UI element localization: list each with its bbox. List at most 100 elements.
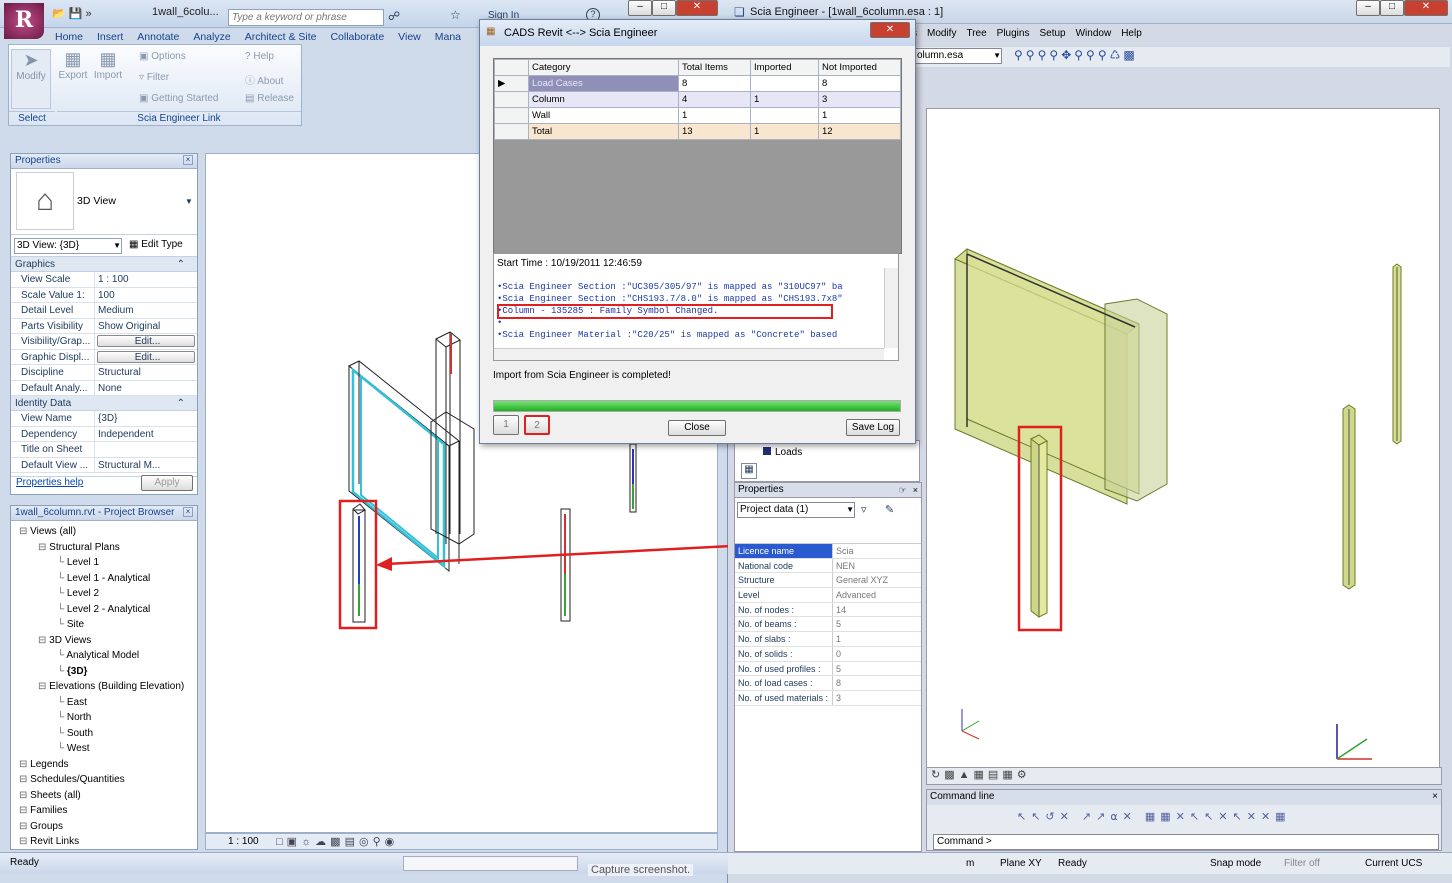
row-selector-cell[interactable]: ▶	[494, 75, 529, 92]
minimize-button[interactable]: –	[1356, 0, 1380, 16]
scia-property-row[interactable]: Licence name Scia	[735, 544, 921, 559]
save-log-button[interactable]: Save Log	[846, 419, 900, 436]
tree-tool-icon[interactable]: ▦	[741, 463, 757, 479]
table-icon[interactable]: ▦	[1002, 769, 1016, 781]
summary-cell[interactable]: Wall	[528, 107, 679, 124]
status-filter[interactable]: Filter off	[1284, 858, 1320, 869]
summary-row[interactable]: Column 4 1 3	[494, 91, 901, 108]
scia-property-row[interactable]: No. of beams :5	[735, 617, 921, 633]
zoom-window-icon[interactable]: ⚲	[1074, 48, 1086, 62]
zoom-in-icon[interactable]: ⚲	[1026, 48, 1038, 62]
scia-property-row[interactable]: No. of solids :0	[735, 646, 921, 662]
pan-icon[interactable]: ✥	[1061, 48, 1074, 62]
grid-icon[interactable]: ▦	[974, 769, 988, 781]
display-icon[interactable]: ▩	[944, 769, 958, 781]
filter-icon[interactable]: ▿	[861, 503, 867, 516]
col-imported[interactable]: Imported	[750, 59, 819, 76]
summary-row[interactable]: Wall 1 1	[494, 107, 901, 124]
render-icon[interactable]: ▩	[1123, 48, 1137, 62]
summary-cell[interactable]: 4	[678, 91, 751, 108]
scia-property-row[interactable]: No. of used materials :3	[735, 690, 921, 706]
scia-property-value[interactable]: 1	[833, 632, 921, 646]
scia-property-value[interactable]: Scia	[833, 544, 921, 558]
col-not-imported[interactable]: Not Imported	[818, 59, 901, 76]
file-combo[interactable]: olumn.esa ▼	[914, 48, 1002, 64]
menu-setup[interactable]: Setup	[1039, 28, 1065, 39]
summary-cell[interactable]: 3	[818, 91, 901, 108]
zoom-all-icon[interactable]: ⚲	[1049, 48, 1061, 62]
edit-icon[interactable]: ✎	[885, 503, 894, 516]
status-snap[interactable]: Snap mode	[1210, 858, 1261, 869]
row-selector-cell[interactable]	[494, 123, 529, 140]
summary-cell[interactable]: 13	[678, 123, 751, 140]
menu-help[interactable]: Help	[1121, 28, 1142, 39]
close-icon[interactable]: ×	[913, 483, 918, 497]
summary-cell[interactable]: 1	[750, 91, 819, 108]
summary-cell[interactable]: Load Cases	[528, 75, 679, 92]
zoom-prev-icon[interactable]: ⚲	[1086, 48, 1098, 62]
regen-icon[interactable]: ♺	[1110, 48, 1124, 62]
scia-property-value[interactable]: NEN	[833, 559, 921, 573]
row-selector-cell[interactable]	[494, 107, 529, 124]
axis-icon	[1336, 724, 1372, 760]
col-category[interactable]: Category	[528, 59, 679, 76]
vertical-scrollbar[interactable]	[884, 268, 898, 348]
scia-property-row[interactable]: Level Advanced	[735, 588, 921, 603]
horizontal-scrollbar[interactable]	[494, 348, 884, 360]
summary-cell[interactable]: 1	[750, 123, 819, 140]
menu-modify[interactable]: Modify	[927, 28, 956, 39]
scia-property-row[interactable]: Structure General XYZ	[735, 573, 921, 589]
refresh-icon[interactable]: ↻	[931, 769, 944, 781]
scia-property-value[interactable]: 0	[833, 647, 921, 661]
scia-tree-panel: Loads ▦	[734, 440, 920, 482]
label-icon[interactable]: ▤	[988, 769, 1002, 781]
summary-cell[interactable]: Total	[528, 123, 679, 140]
menu-window[interactable]: Window	[1076, 28, 1112, 39]
tree-item-loads[interactable]: Loads	[763, 447, 802, 458]
page-1-button[interactable]: 1	[493, 415, 519, 435]
zoom-next-icon[interactable]: ⚲	[1098, 48, 1110, 62]
scia-property-value[interactable]: 3	[833, 691, 921, 705]
summary-row[interactable]: Total 13 1 12	[494, 123, 901, 140]
menu-plugins[interactable]: Plugins	[997, 28, 1030, 39]
scia-property-row[interactable]: No. of used profiles :5	[735, 661, 921, 677]
maximize-button[interactable]: □	[1380, 0, 1404, 16]
scia-property-value[interactable]: General XYZ	[833, 573, 921, 587]
close-icon[interactable]: ×	[1432, 790, 1438, 804]
settings-icon[interactable]: ⚙	[1017, 769, 1031, 781]
scia-property-row[interactable]: National code NEN	[735, 558, 921, 574]
status-ucs[interactable]: Current UCS	[1365, 858, 1422, 869]
scia-property-row[interactable]: No. of load cases :8	[735, 676, 921, 691]
summary-cell[interactable]	[750, 75, 819, 92]
close-window-button[interactable]: ✕	[1404, 0, 1448, 16]
summary-cell[interactable]: Column	[528, 91, 679, 108]
scia-property-value[interactable]: 5	[833, 617, 921, 631]
scia-property-value[interactable]: 5	[833, 662, 921, 676]
scia-property-key: Level	[735, 588, 833, 602]
scia-property-value[interactable]: Advanced	[833, 588, 921, 602]
summary-cell[interactable]: 8	[818, 75, 901, 92]
pin-icon[interactable]: ☞	[899, 483, 907, 497]
col-total[interactable]: Total Items	[678, 59, 751, 76]
node-icon[interactable]: ▲	[959, 769, 974, 781]
zoom-out-icon[interactable]: ⚲	[1038, 48, 1050, 62]
scia-property-row[interactable]: No. of slabs :1	[735, 632, 921, 647]
summary-cell[interactable]: 8	[678, 75, 751, 92]
scia-property-value[interactable]: 14	[833, 603, 921, 617]
summary-row[interactable]: ▶ Load Cases 8 8	[494, 75, 901, 92]
scia-property-row[interactable]: No. of nodes :14	[735, 602, 921, 618]
dialog-close-button[interactable]: ✕	[870, 22, 910, 38]
close-button[interactable]: Close	[668, 420, 726, 436]
page-2-button[interactable]: 2	[524, 415, 550, 435]
summary-cell[interactable]: 12	[818, 123, 901, 140]
project-data-combo[interactable]: Project data (1) ▼	[737, 502, 855, 518]
summary-cell[interactable]	[750, 107, 819, 124]
zoom-icon[interactable]: ⚲	[1014, 48, 1026, 62]
summary-cell[interactable]: 1	[818, 107, 901, 124]
scia-property-value[interactable]: 8	[833, 676, 921, 690]
menu-tree[interactable]: Tree	[966, 28, 986, 39]
log-text: Scia Engineer Material :"C20/25" is mapp…	[502, 330, 838, 340]
row-selector-cell[interactable]	[494, 91, 529, 108]
summary-cell[interactable]: 1	[678, 107, 751, 124]
command-input[interactable]: Command >	[933, 834, 1439, 850]
